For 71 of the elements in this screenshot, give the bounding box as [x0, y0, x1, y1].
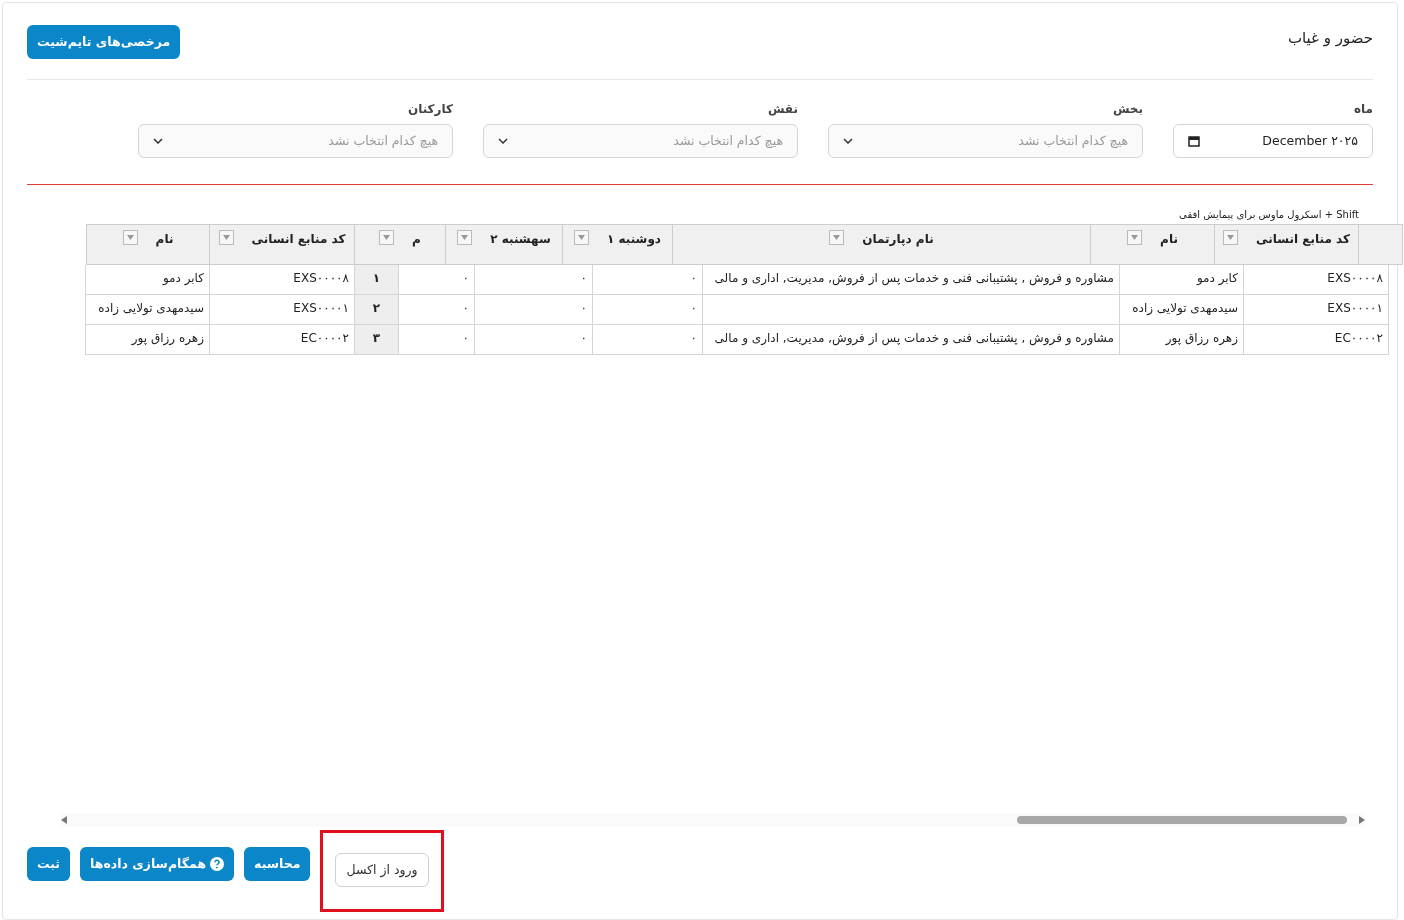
table-cell: مشاوره و فروش , پشتیبانی فنی و خدمات پس از فروش, مدیریت, اداری و مالی [702, 325, 1119, 355]
table-cell: ۱ [354, 265, 398, 295]
filter-icon [379, 230, 395, 245]
field-placeholder: هیچ کدام انتخاب نشد [673, 131, 783, 150]
field-label: کارکنان [406, 101, 453, 118]
column-header[interactable]: نام [86, 224, 210, 265]
header-label: کد منابع انسانی [1256, 231, 1350, 248]
table-cell: زهره رزاق پور [85, 325, 209, 355]
header-label: سهشنبه ۲ [490, 231, 551, 248]
table-cell: EC۰۰۰۰۲ [1243, 325, 1388, 355]
scroll-thumb[interactable] [1017, 816, 1347, 824]
table-cell: کابر دمو [1119, 265, 1243, 295]
timesheet-leaves-button[interactable]: مرخصی‌های تایم‌شیت [27, 25, 181, 59]
table-cell: سیدمهدی تولایی زاده [1119, 295, 1243, 325]
table-cell: ۰ [592, 325, 702, 355]
header-label: نام [1160, 231, 1178, 248]
table-cell: ۰ [592, 265, 702, 295]
table-cell: ۲ [354, 295, 398, 325]
field-placeholder: هیچ کدام انتخاب نشد [1018, 131, 1128, 150]
chevron-down-icon [498, 138, 508, 144]
field-label: بخش [1111, 101, 1143, 118]
table-cell: EXS۰۰۰۰۸ [209, 265, 354, 295]
filter-icon [122, 230, 138, 245]
column-header[interactable]: کد منابع انسانی [1215, 224, 1359, 265]
table-cell: ۳ [354, 325, 398, 355]
table-cell: ۰ [474, 265, 592, 295]
filter-icon [1223, 230, 1239, 245]
calendar-icon [1188, 135, 1200, 147]
month-field[interactable]: December ۲۰۲۵ [1173, 124, 1373, 158]
table-cell: EC۰۰۰۰۲ [209, 325, 354, 355]
column-header[interactable]: کد منابع انسانی [210, 224, 355, 265]
filter-icon [829, 230, 845, 245]
column-header[interactable]: م [355, 224, 446, 265]
table-cell: EXS۰۰۰۰۸ [1243, 265, 1388, 295]
header-label: نام [155, 231, 174, 248]
action-button[interactable]: همگام‌سازی داده‌ها [80, 847, 235, 881]
filter-icon [1127, 230, 1143, 245]
table-cell: زهره رزاق پور [1119, 325, 1243, 355]
header-label: م [412, 231, 421, 248]
field-label: ماه [1352, 101, 1373, 118]
header-label: نام دپارتمان [862, 231, 934, 248]
header-label: دوشنبه ۱ [607, 231, 661, 248]
table-cell: EXS۰۰۰۰۱ [1243, 295, 1388, 325]
table-cell: ۰ [474, 325, 592, 355]
page-title: حضور و غیاب [1287, 28, 1373, 49]
scroll-left-icon [61, 816, 67, 824]
action-button[interactable]: ورود از اکسل [335, 853, 429, 887]
column-header[interactable]: نام دپارتمان [673, 224, 1091, 265]
table-cell: ۰ [592, 295, 702, 325]
field-label: نقش [766, 101, 798, 118]
column-header[interactable]: نام [1091, 224, 1215, 265]
field-value: December ۲۰۲۵ [1262, 131, 1358, 150]
chevron-down-icon [843, 138, 853, 144]
table-cell: EXS۰۰۰۰۱ [209, 295, 354, 325]
chevron-down-icon [153, 138, 163, 144]
column-header[interactable]: دوشنبه ۱ [563, 224, 673, 265]
filter-icon [457, 230, 473, 245]
scroll-hint: Shift + اسکرول ماوس برای پیمایش افقی [1179, 208, 1359, 222]
table-cell: سیدمهدی تولایی زاده [85, 295, 209, 325]
header-label: کد منابع انسانی [251, 231, 346, 248]
field-placeholder: هیچ کدام انتخاب نشد [328, 131, 438, 150]
filter-icon [574, 230, 589, 245]
table-cell: کابر دمو [85, 265, 209, 295]
table-cell: مشاوره و فروش , پشتیبانی فنی و خدمات پس از فروش, مدیریت, اداری و مالی [702, 265, 1119, 295]
action-button[interactable]: محاسبه [244, 847, 311, 881]
scroll-right-icon [1359, 816, 1365, 824]
action-button[interactable]: ثبت [27, 847, 71, 881]
horizontal-scrollbar[interactable] [61, 813, 1365, 827]
filter-icon [218, 230, 234, 245]
table-cell: ۰ [474, 295, 592, 325]
column-header[interactable]: سهشنبه ۲ [446, 224, 563, 265]
